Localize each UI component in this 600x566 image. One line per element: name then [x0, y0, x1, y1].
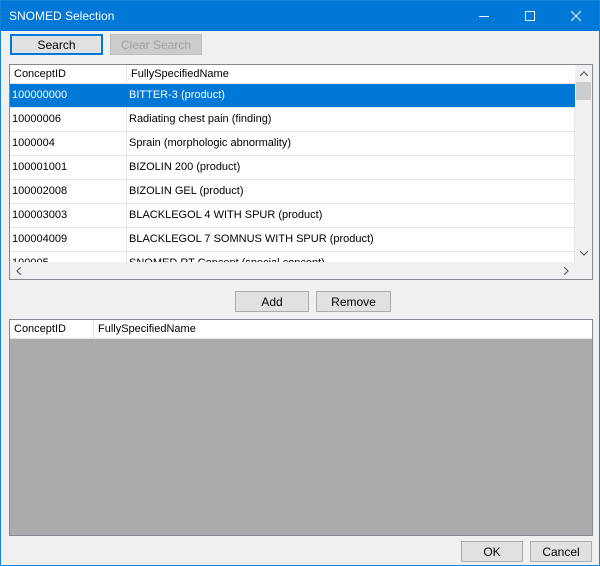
- chevron-right-icon: [564, 266, 569, 275]
- column-header-fullyspecifiedname[interactable]: FullySpecifiedName: [127, 65, 575, 84]
- window-title: SNOMED Selection: [9, 9, 115, 23]
- title-bar: SNOMED Selection: [1, 1, 599, 31]
- clear-search-button-label: Clear Search: [120, 37, 192, 52]
- table-row[interactable]: 1000004 Sprain (morphologic abnormality): [10, 132, 575, 156]
- results-grid[interactable]: ConceptID FullySpecifiedName 100000000 B…: [9, 64, 593, 280]
- chevron-left-icon: [16, 266, 21, 275]
- results-horizontal-scrollbar[interactable]: [10, 262, 575, 279]
- table-row[interactable]: 100002008 BIZOLIN GEL (product): [10, 180, 575, 204]
- column-header-conceptid[interactable]: ConceptID: [10, 320, 94, 339]
- clear-search-button[interactable]: Clear Search: [110, 34, 202, 55]
- cell-name: BITTER-3 (product): [127, 84, 575, 107]
- scroll-up-arrow[interactable]: [575, 65, 592, 82]
- cell-conceptid: 100001001: [10, 156, 127, 179]
- add-button-label: Add: [261, 294, 283, 309]
- remove-button-label: Remove: [331, 294, 376, 309]
- remove-button[interactable]: Remove: [316, 291, 391, 312]
- chevron-down-icon: [579, 251, 588, 256]
- cell-name: BIZOLIN 200 (product): [127, 156, 575, 179]
- maximize-button[interactable]: [507, 1, 553, 31]
- cell-conceptid: 100004009: [10, 228, 127, 251]
- empty-grid-area: [10, 339, 592, 535]
- search-button-label: Search: [37, 37, 76, 52]
- cell-name: Sprain (morphologic abnormality): [127, 132, 575, 155]
- column-header-fullyspecifiedname[interactable]: FullySpecifiedName: [94, 320, 592, 339]
- results-vertical-scrollbar[interactable]: [575, 65, 592, 262]
- scrollbar-corner: [575, 262, 592, 279]
- cell-name: BIZOLIN GEL (product): [127, 180, 575, 203]
- ok-button-label: OK: [483, 544, 501, 559]
- cell-conceptid: 100003003: [10, 204, 127, 227]
- column-header-conceptid[interactable]: ConceptID: [10, 65, 127, 84]
- cell-name: BLACKLEGOL 4 WITH SPUR (product): [127, 204, 575, 227]
- scroll-thumb[interactable]: [576, 82, 591, 100]
- selected-grid-header: ConceptID FullySpecifiedName: [10, 320, 592, 339]
- selected-grid[interactable]: ConceptID FullySpecifiedName: [9, 319, 593, 536]
- results-grid-header: ConceptID FullySpecifiedName: [10, 65, 575, 84]
- table-row[interactable]: 10000006 Radiating chest pain (finding): [10, 108, 575, 132]
- table-row[interactable]: 100000000 BITTER-3 (product): [10, 84, 575, 108]
- maximize-icon: [525, 11, 535, 21]
- cell-name: Radiating chest pain (finding): [127, 108, 575, 131]
- cell-name: BLACKLEGOL 7 SOMNUS WITH SPUR (product): [127, 228, 575, 251]
- cell-conceptid: 100002008: [10, 180, 127, 203]
- cell-conceptid: 100000000: [10, 84, 127, 107]
- table-row[interactable]: 100003003 BLACKLEGOL 4 WITH SPUR (produc…: [10, 204, 575, 228]
- table-row[interactable]: 100004009 BLACKLEGOL 7 SOMNUS WITH SPUR …: [10, 228, 575, 252]
- cancel-button-label: Cancel: [542, 544, 580, 559]
- add-button[interactable]: Add: [235, 291, 309, 312]
- chevron-up-icon: [579, 71, 588, 76]
- scroll-down-arrow[interactable]: [575, 245, 592, 262]
- ok-button[interactable]: OK: [461, 541, 523, 562]
- close-icon: [571, 11, 581, 21]
- close-button[interactable]: [553, 1, 599, 31]
- scroll-left-arrow[interactable]: [10, 262, 27, 279]
- cell-conceptid: 10000006: [10, 108, 127, 131]
- search-button[interactable]: Search: [10, 34, 103, 55]
- minimize-button[interactable]: [461, 1, 507, 31]
- cancel-button[interactable]: Cancel: [530, 541, 592, 562]
- cell-conceptid: 1000004: [10, 132, 127, 155]
- scroll-right-arrow[interactable]: [558, 262, 575, 279]
- minimize-icon: [479, 16, 489, 17]
- table-row[interactable]: 100001001 BIZOLIN 200 (product): [10, 156, 575, 180]
- snomed-selection-window: SNOMED Selection Search Clear Search Con…: [0, 0, 600, 566]
